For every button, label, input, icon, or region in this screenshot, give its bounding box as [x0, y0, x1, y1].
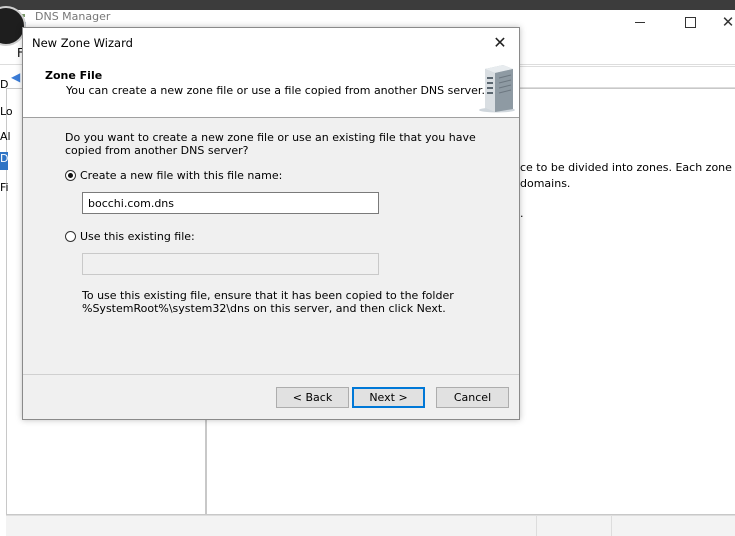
server-icon	[479, 65, 515, 113]
wizard-content: Do you want to create a new zone file or…	[23, 118, 519, 373]
create-new-file-label[interactable]: Create a new file with this file name:	[80, 169, 282, 182]
close-button[interactable]: ✕	[718, 12, 735, 32]
dialog-title: New Zone Wizard	[32, 36, 133, 50]
toolbar-area	[520, 66, 735, 88]
tree-selection[interactable]: D	[0, 152, 8, 170]
desktop-top-strip	[0, 0, 735, 10]
dns-manager-title: DNS Manager	[35, 10, 111, 23]
tree-item[interactable]: Al	[0, 130, 11, 143]
status-separator	[536, 516, 537, 536]
tree-item[interactable]: Lo	[0, 105, 13, 118]
minimize-button[interactable]	[630, 12, 650, 32]
details-text: ce to be divided into zones. Each zone	[520, 161, 732, 174]
new-file-name-input[interactable]	[82, 192, 379, 214]
details-text: .	[520, 207, 524, 220]
tree-item[interactable]: Fi	[0, 181, 9, 194]
existing-file-input	[82, 253, 379, 275]
close-icon[interactable]: ✕	[489, 32, 511, 54]
question-text: Do you want to create a new zone file or…	[65, 131, 476, 157]
radio-button-use-existing[interactable]	[65, 231, 76, 242]
status-bar	[6, 515, 735, 536]
status-separator	[611, 516, 612, 536]
back-button[interactable]: < Back	[276, 387, 349, 408]
page-title: Zone File	[45, 69, 103, 82]
hint-text: To use this existing file, ensure that i…	[82, 289, 454, 315]
new-zone-wizard-dialog: New Zone Wizard ✕ Zone File You can crea…	[22, 27, 520, 420]
use-existing-file-label[interactable]: Use this existing file:	[80, 230, 195, 243]
details-text: domains.	[520, 177, 571, 190]
maximize-button[interactable]	[680, 12, 700, 32]
cancel-button[interactable]: Cancel	[436, 387, 509, 408]
tree-item[interactable]: D	[0, 78, 8, 91]
back-arrow-icon[interactable]: ◀	[11, 70, 20, 84]
page-subtitle: You can create a new zone file or use a …	[66, 84, 485, 97]
create-new-file-option[interactable]: Create a new file with this file name:	[65, 169, 282, 182]
dialog-titlebar: New Zone Wizard ✕	[23, 28, 519, 58]
use-existing-file-option[interactable]: Use this existing file:	[65, 230, 195, 243]
wizard-header: Zone File You can create a new zone file…	[23, 58, 519, 118]
next-button[interactable]: Next >	[352, 387, 425, 408]
footer-divider	[23, 374, 519, 375]
radio-button-create-new[interactable]	[65, 170, 76, 181]
tree-item: D	[0, 152, 9, 165]
